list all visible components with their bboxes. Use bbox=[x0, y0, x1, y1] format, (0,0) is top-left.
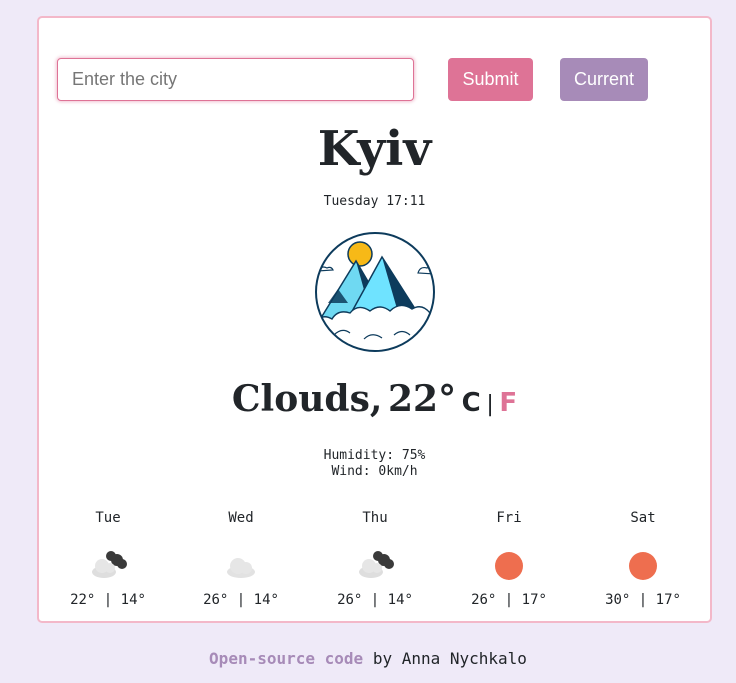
celsius-unit[interactable]: C bbox=[462, 388, 481, 418]
forecast-day: Tue 22° | 14° bbox=[53, 510, 163, 608]
sun-icon bbox=[495, 552, 523, 580]
forecast-day: Wed 26° | 14° bbox=[186, 510, 296, 608]
forecast-day-name: Fri bbox=[496, 510, 522, 526]
fahrenheit-link[interactable]: F bbox=[499, 388, 517, 418]
forecast-day: Thu 26° | 14° bbox=[320, 510, 430, 608]
wind: Wind: 0km/h bbox=[331, 464, 418, 479]
forecast-temps: 22° | 14° bbox=[70, 592, 146, 608]
search-form: Submit Current bbox=[57, 58, 677, 102]
forecast-day: Fri 26° | 17° bbox=[454, 510, 564, 608]
mountain-sun-clouds-icon bbox=[315, 232, 435, 352]
forecast-day-name: Thu bbox=[362, 510, 388, 526]
unit-separator: | bbox=[486, 392, 494, 417]
forecast-day: Sat 30° | 17° bbox=[588, 510, 698, 608]
forecast-temps: 26° | 17° bbox=[471, 592, 547, 608]
cloud-icon bbox=[227, 558, 255, 578]
forecast-temps: 26° | 14° bbox=[337, 592, 413, 608]
weather-card: Submit Current Kyiv Tuesday 17:11 Clouds… bbox=[37, 16, 712, 623]
broken-clouds-icon bbox=[92, 551, 127, 578]
forecast-day-name: Tue bbox=[95, 510, 121, 526]
current-location-button[interactable]: Current bbox=[560, 58, 648, 101]
current-temperature: 22° bbox=[387, 378, 457, 420]
forecast-temps: 26° | 14° bbox=[203, 592, 279, 608]
city-name: Kyiv bbox=[317, 121, 432, 177]
author-credit: by Anna Nychkalo bbox=[372, 649, 527, 668]
broken-clouds-icon bbox=[359, 551, 394, 578]
city-search-input[interactable] bbox=[57, 58, 414, 101]
sun-icon bbox=[629, 552, 657, 580]
current-conditions: Clouds, 22° C | F bbox=[39, 378, 710, 420]
forecast: Tue 22° | 14° Wed 26° | 14° Thu 26° | 14… bbox=[39, 510, 710, 610]
submit-button[interactable]: Submit bbox=[448, 58, 533, 101]
humidity: Humidity: 75% bbox=[323, 448, 426, 463]
forecast-day-name: Wed bbox=[228, 510, 254, 526]
footer: Open-source code by Anna Nychkalo bbox=[0, 649, 736, 668]
forecast-day-name: Sat bbox=[630, 510, 656, 526]
forecast-temps: 30° | 17° bbox=[605, 592, 681, 608]
source-code-link[interactable]: Open-source code bbox=[209, 649, 363, 668]
weather-description: Clouds, bbox=[231, 378, 383, 420]
weather-details: Humidity: 75% Wind: 0km/h bbox=[39, 448, 710, 480]
date-time: Tuesday 17:11 bbox=[323, 194, 426, 209]
